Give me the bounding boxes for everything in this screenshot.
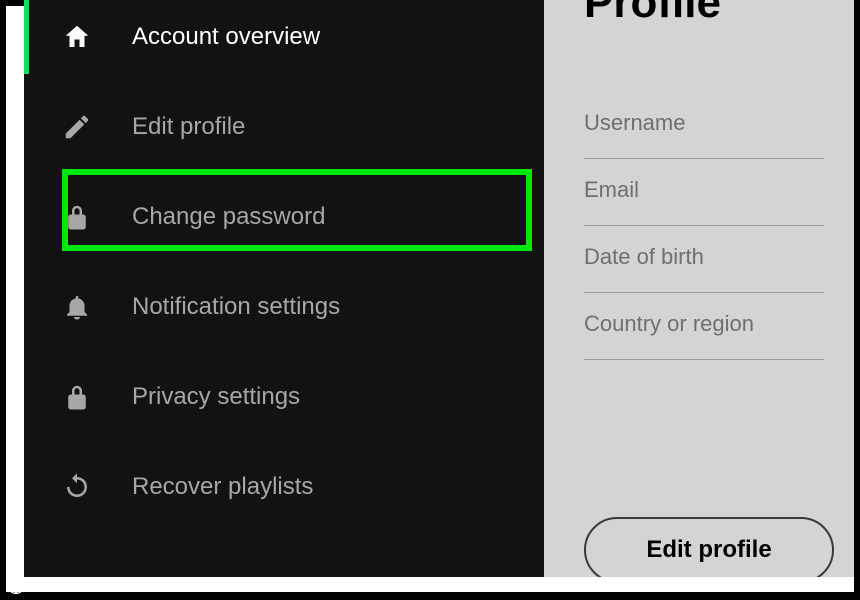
lock-icon [60, 380, 94, 414]
field-label: Country or region [584, 311, 754, 336]
bell-icon [60, 290, 94, 324]
pencil-icon [60, 110, 94, 144]
globe-icon [6, 576, 26, 596]
sidebar-item-label: Privacy settings [132, 383, 300, 411]
refresh-icon [60, 470, 94, 504]
content-panel: Profile Username Email Date of birth Cou… [544, 0, 854, 577]
sidebar-item-edit-profile[interactable]: Edit profile [24, 82, 544, 172]
field-country[interactable]: Country or region [584, 293, 824, 360]
sidebar-item-label: Account overview [132, 23, 320, 51]
app-frame: Account overview Edit profile Change pas… [4, 4, 856, 594]
app-window: Account overview Edit profile Change pas… [24, 0, 854, 577]
field-dob[interactable]: Date of birth [584, 226, 824, 293]
sidebar-item-notification-settings[interactable]: Notification settings [24, 262, 544, 352]
sidebar-item-label: Recover playlists [132, 473, 313, 501]
sidebar-item-change-password[interactable]: Change password [24, 172, 544, 262]
profile-fields: Username Email Date of birth Country or … [584, 92, 824, 360]
field-email[interactable]: Email [584, 159, 824, 226]
sidebar: Account overview Edit profile Change pas… [24, 0, 544, 577]
sidebar-item-label: Change password [132, 203, 325, 231]
edit-profile-button[interactable]: Edit profile [584, 517, 834, 577]
page-title: Profile [584, 0, 721, 28]
field-label: Date of birth [584, 244, 704, 269]
sidebar-item-label: Edit profile [132, 113, 245, 141]
home-icon [60, 20, 94, 54]
field-label: Email [584, 177, 639, 202]
field-username[interactable]: Username [584, 92, 824, 159]
sidebar-item-label: Notification settings [132, 293, 340, 321]
sidebar-item-privacy-settings[interactable]: Privacy settings [24, 352, 544, 442]
field-label: Username [584, 110, 685, 135]
lock-icon [60, 200, 94, 234]
sidebar-item-account-overview[interactable]: Account overview [24, 0, 544, 82]
watermark: Followeran.com [6, 576, 152, 596]
sidebar-item-recover-playlists[interactable]: Recover playlists [24, 442, 544, 532]
watermark-text: Followeran.com [32, 576, 152, 596]
